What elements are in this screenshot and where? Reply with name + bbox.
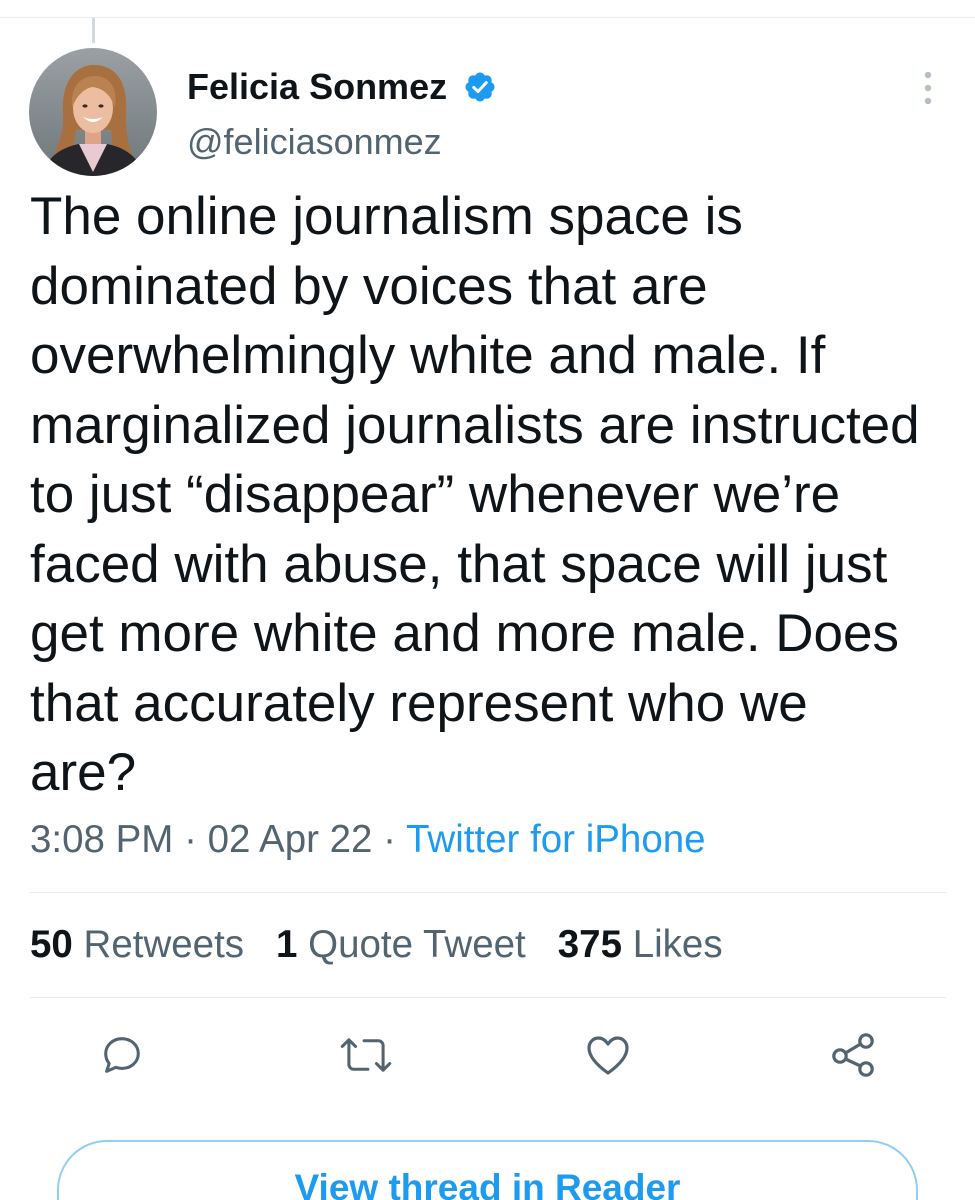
stat-label: Retweets bbox=[83, 923, 245, 966]
avatar-eye-left bbox=[82, 104, 88, 108]
reply-button[interactable] bbox=[94, 1027, 150, 1083]
meta-separator: · bbox=[184, 818, 197, 861]
verified-badge-shape bbox=[465, 72, 495, 102]
reply-icon bbox=[104, 1037, 140, 1073]
divider bbox=[30, 997, 946, 998]
share-link-upper bbox=[843, 1042, 863, 1055]
stat-label: Quote Tweet bbox=[308, 923, 526, 966]
reader-button-label: View thread in Reader bbox=[294, 1166, 681, 1200]
like-icon bbox=[587, 1036, 629, 1075]
tweet-detail-screen: Felicia Sonmez @feliciasonmez The online… bbox=[0, 0, 975, 1200]
tweet-text: The online journalism space is dominated… bbox=[30, 187, 920, 802]
share-node-left bbox=[832, 1048, 848, 1064]
share-node-top bbox=[858, 1033, 874, 1049]
tweet-date[interactable]: 02 Apr 22 bbox=[208, 818, 373, 861]
top-divider bbox=[0, 17, 975, 18]
more-dot-top bbox=[924, 71, 932, 79]
like-button[interactable] bbox=[580, 1027, 636, 1083]
view-thread-in-reader-button[interactable]: View thread in Reader bbox=[57, 1140, 918, 1200]
tweet-source-link[interactable]: Twitter for iPhone bbox=[406, 818, 706, 861]
stat-label: Likes bbox=[632, 923, 723, 966]
avatar-photo bbox=[29, 48, 157, 176]
more-options-button[interactable] bbox=[921, 68, 935, 108]
reply-icon-shape bbox=[104, 1037, 140, 1073]
retweet-arrow-down bbox=[362, 1039, 392, 1072]
divider bbox=[30, 892, 946, 893]
avatar[interactable] bbox=[29, 48, 157, 176]
stat-likes[interactable]: 375 Likes bbox=[558, 921, 723, 969]
stat-count: 1 bbox=[276, 923, 298, 966]
share-icon bbox=[832, 1033, 874, 1077]
author-name-row: Felicia Sonmez bbox=[187, 64, 497, 110]
author-handle[interactable]: @feliciasonmez bbox=[187, 119, 442, 165]
retweet-arrow-up bbox=[340, 1038, 370, 1071]
tweet-time[interactable]: 3:08 PM bbox=[30, 818, 173, 861]
share-link-lower bbox=[843, 1057, 863, 1068]
stat-quote-tweets[interactable]: 1 Quote Tweet bbox=[276, 921, 526, 969]
tweet-meta: 3:08 PM · 02 Apr 22 · Twitter for iPhone bbox=[30, 816, 706, 864]
author-name[interactable]: Felicia Sonmez bbox=[187, 64, 447, 110]
share-node-bottom bbox=[858, 1061, 874, 1077]
share-button[interactable] bbox=[825, 1027, 881, 1083]
retweet-icon bbox=[340, 1038, 392, 1072]
stat-retweets[interactable]: 50 Retweets bbox=[30, 921, 244, 969]
more-dot-middle bbox=[924, 84, 932, 92]
retweet-button[interactable] bbox=[338, 1027, 394, 1083]
stat-count: 375 bbox=[557, 923, 623, 966]
stat-count: 50 bbox=[30, 923, 73, 966]
thread-connector-line bbox=[92, 18, 95, 43]
meta-separator: · bbox=[383, 818, 396, 861]
avatar-eye-right bbox=[98, 104, 104, 108]
heart-shape bbox=[587, 1036, 629, 1075]
engagement-stats: 50 Retweets 1 Quote Tweet 375 Likes bbox=[30, 921, 755, 969]
more-vertical-icon bbox=[924, 71, 932, 105]
verified-badge-icon bbox=[465, 72, 495, 102]
more-dot-bottom bbox=[924, 97, 932, 105]
